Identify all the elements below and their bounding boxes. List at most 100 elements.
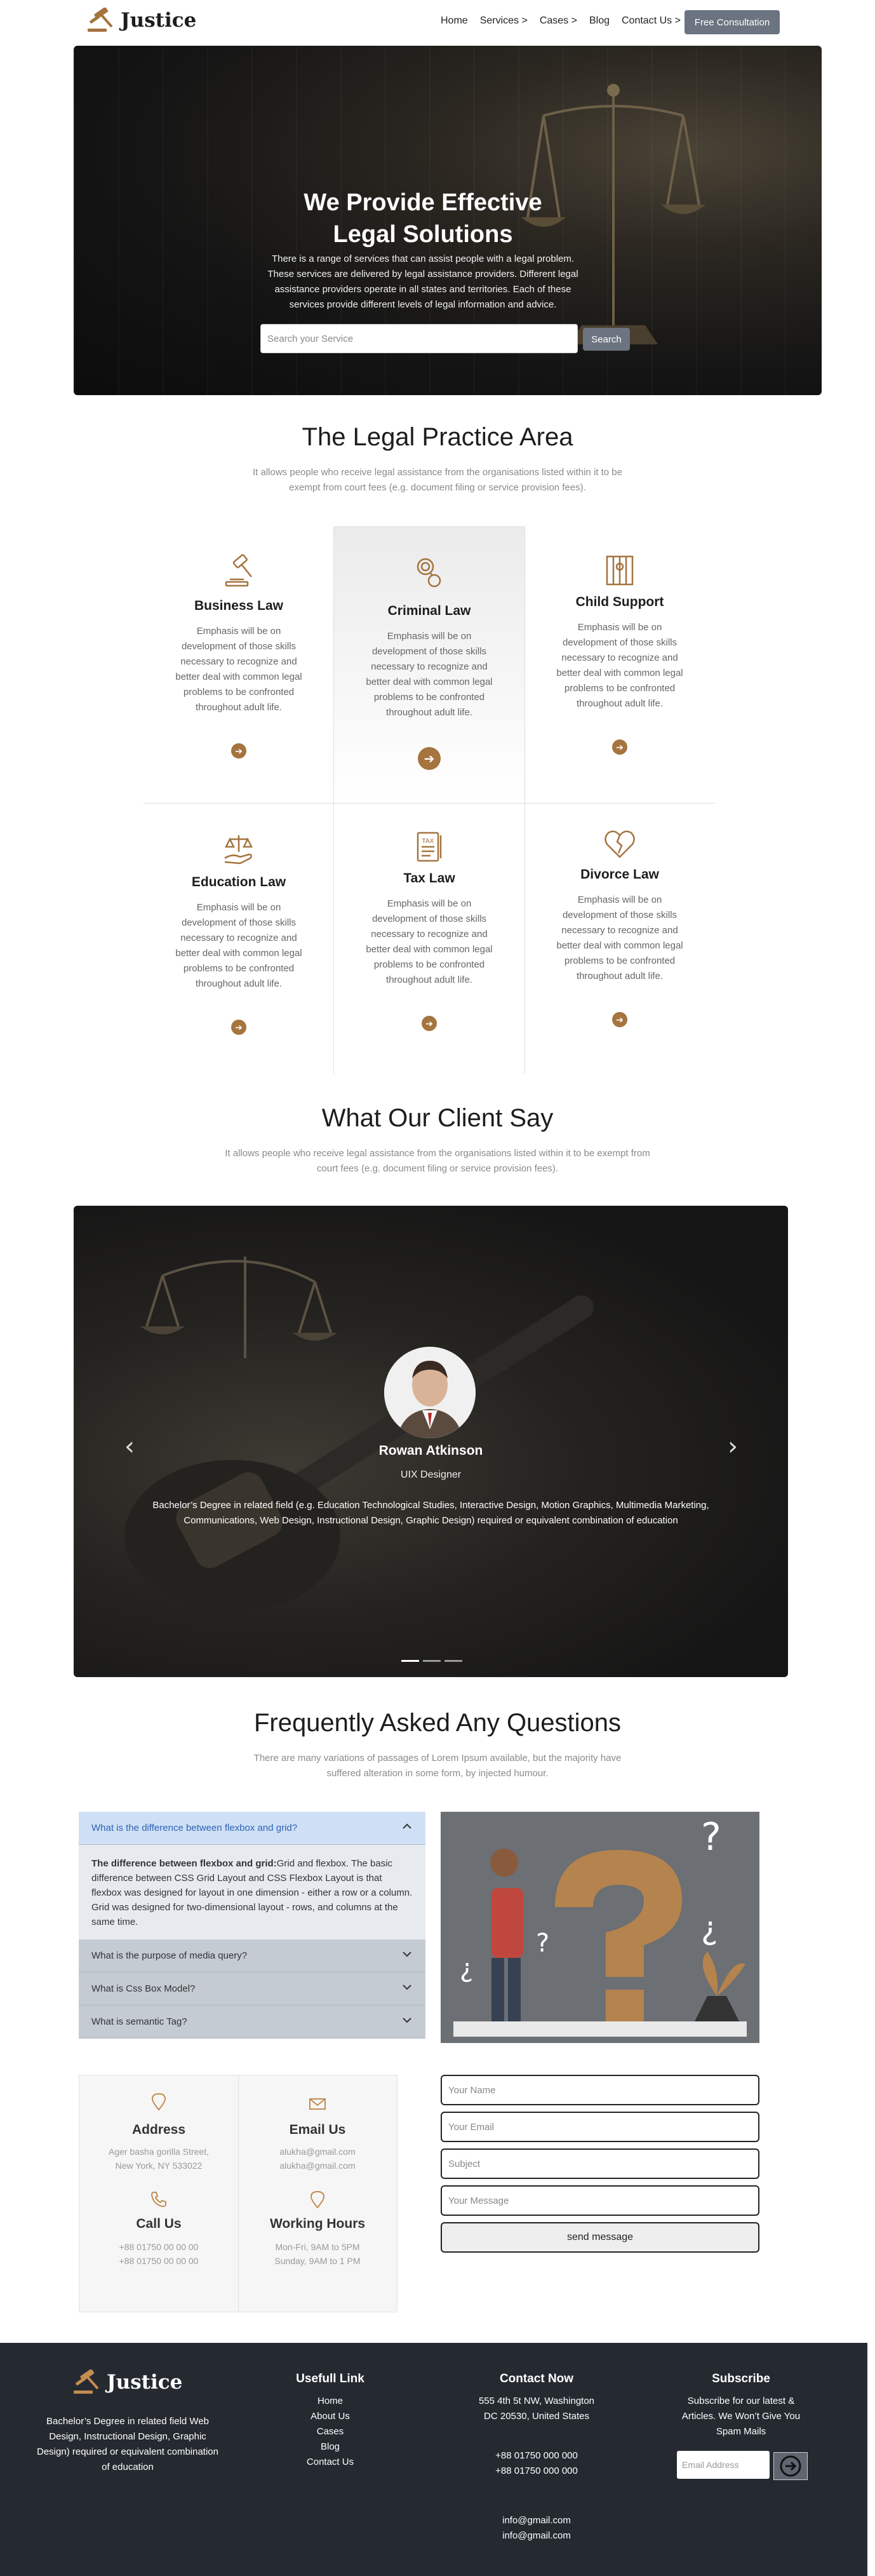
practice-card-criminal-law[interactable]: Criminal Law Emphasis will be on develop… <box>334 526 524 803</box>
question-illustration-image: ? ¿ ? ¿ <box>441 1812 759 2043</box>
chevron-down-icon <box>403 1952 411 1957</box>
faq-title: Frequently Asked Any Questions <box>253 1709 622 1737</box>
practice-card-business-law[interactable]: Business Law Emphasis will be on develop… <box>144 526 334 803</box>
search-button[interactable]: Search <box>583 328 630 351</box>
nav-cases[interactable]: Cases > <box>540 15 577 27</box>
practice-card-education-law[interactable]: Education Law Emphasis will be on develo… <box>144 804 334 1074</box>
practice-card-divorce-law[interactable]: Divorce Law Emphasis will be on developm… <box>524 804 715 1074</box>
faq-answer: The difference between flexbox and grid:… <box>79 1845 425 1939</box>
hero-title: We Provide Effective Legal Solutions <box>264 187 582 250</box>
faq-question-box-model[interactable]: What is Css Box Model? <box>79 1972 425 2006</box>
faq-question-flexbox-grid[interactable]: What is the difference between flexbox a… <box>79 1812 425 1845</box>
call-block: Call Us +88 01750 00 00 00 +88 01750 00 … <box>79 2190 238 2310</box>
footer-link-home[interactable]: Home <box>279 2394 381 2409</box>
phone-icon <box>150 2192 166 2208</box>
footer-logo[interactable]: Justice <box>72 2370 182 2395</box>
footer-email-1[interactable]: info@gmail.com <box>457 2513 616 2528</box>
subscribe-text: Subscribe for our latest & Articles. We … <box>681 2396 801 2437</box>
hand-scale-icon <box>224 835 253 865</box>
question-mark-illustration: ? ¿ ? ¿ <box>441 1812 759 2043</box>
subscribe-email-input[interactable]: Email Address <box>677 2451 770 2479</box>
footer-link-about[interactable]: About Us <box>279 2409 381 2424</box>
message-field[interactable]: Your Message <box>441 2185 759 2216</box>
email-field[interactable]: Your Email <box>441 2112 759 2142</box>
footer-address-line-1: 555 4th 5t NW, Washington <box>478 2396 595 2406</box>
svg-text:TAX: TAX <box>421 838 434 845</box>
footer-phone-2[interactable]: +88 01750 000 000 <box>457 2464 616 2479</box>
nav-services[interactable]: Services > <box>480 15 528 27</box>
practice-card-tax-law[interactable]: TAX Tax Law Emphasis will be on developm… <box>334 804 524 1074</box>
footer-email-2[interactable]: info@gmail.com <box>457 2528 616 2544</box>
card-text: Emphasis will be on development of those… <box>556 894 683 981</box>
slider-dot-1[interactable] <box>401 1660 419 1662</box>
footer-address-line-2: DC 20530, United States <box>484 2411 589 2422</box>
free-consultation-button[interactable]: Free Consultation <box>685 10 780 34</box>
hours-line-2: Sunday, 9AM to 1 PM <box>274 2256 361 2266</box>
footer-link-contact[interactable]: Contact Us <box>279 2455 381 2470</box>
faq-question-text: What is the difference between flexbox a… <box>91 1823 298 1833</box>
slider-dot-3[interactable] <box>444 1660 462 1662</box>
card-text: Emphasis will be on development of those… <box>556 622 683 709</box>
email-line-1[interactable]: alukha@gmail.com <box>238 2147 397 2157</box>
footer-contact-title: Contact Now <box>499 2372 574 2385</box>
gavel-scales-background-image <box>124 1257 594 1612</box>
arrow-right-icon[interactable]: ➔ <box>422 1016 437 1031</box>
chevron-down-icon <box>403 2018 411 2023</box>
faq-question-text: What is Css Box Model? <box>91 1983 196 1994</box>
top-navigation: Justice Home Services > Cases > Blog Con… <box>0 0 875 46</box>
footer-brand-name: Justice <box>107 2371 183 2394</box>
arrow-right-icon[interactable]: ➔ <box>231 1020 246 1035</box>
footer: Justice Bachelor’s Degree in related fie… <box>0 2343 867 2576</box>
chevron-left-icon[interactable]: ‹ <box>124 1432 135 1461</box>
card-text: Emphasis will be on development of those… <box>366 631 493 718</box>
footer-subscribe: Subscribe Subscribe for our latest & Art… <box>673 2372 809 2439</box>
faq-question-media-query[interactable]: What is the purpose of media query? <box>79 1939 425 1972</box>
nav-contact[interactable]: Contact Us > <box>622 15 681 27</box>
slider-dot-2[interactable] <box>423 1660 441 1662</box>
arrow-right-icon[interactable]: ➔ <box>612 739 627 755</box>
hours-title: Working Hours <box>269 2216 366 2231</box>
footer-link-blog[interactable]: Blog <box>279 2439 381 2455</box>
card-title: Divorce Law <box>580 867 659 882</box>
arrow-right-icon[interactable]: ➔ <box>418 747 441 770</box>
client-name: Rowan Atkinson <box>378 1443 483 1458</box>
call-title: Call Us <box>136 2216 182 2231</box>
card-text: Emphasis will be on development of those… <box>366 898 493 985</box>
service-search-input[interactable]: Search your Service <box>260 324 578 353</box>
name-field[interactable]: Your Name <box>441 2075 759 2105</box>
phone-line-1[interactable]: +88 01750 00 00 00 <box>79 2242 238 2252</box>
nav-blog[interactable]: Blog <box>589 15 610 27</box>
subject-field[interactable]: Subject <box>441 2148 759 2179</box>
footer-phone-1[interactable]: +88 01750 000 000 <box>457 2448 616 2464</box>
contact-info-panel: Address Ager basha gorilla Street, New Y… <box>79 2075 397 2312</box>
footer-link-cases[interactable]: Cases <box>279 2424 381 2439</box>
client-quote: Bachelor’s Degree in related field (e.g.… <box>152 1500 709 1526</box>
arrow-right-icon[interactable]: ➔ <box>231 743 246 759</box>
subscribe-submit-button[interactable] <box>773 2452 808 2480</box>
gavel-icon <box>225 554 252 587</box>
gavel-logo-icon <box>74 2370 99 2394</box>
card-title: Business Law <box>194 598 284 613</box>
phone-line-2[interactable]: +88 01750 00 00 00 <box>79 2256 238 2266</box>
footer-contact: Contact Now 555 4th 5t NW, Washington DC… <box>457 2372 616 2544</box>
address-title: Address <box>131 2122 186 2137</box>
nav-home[interactable]: Home <box>441 15 468 27</box>
brand-logo[interactable]: Justice <box>86 8 196 33</box>
client-avatar <box>384 1347 476 1438</box>
footer-links-title: Usefull Link <box>296 2372 364 2385</box>
svg-text:¿: ¿ <box>701 1910 718 1946</box>
faq-question-semantic-tag[interactable]: What is semantic Tag? <box>79 2006 425 2039</box>
hero-banner: We Provide Effective Legal Solutions The… <box>74 46 822 395</box>
tax-document-icon: TAX <box>417 832 442 862</box>
email-line-2[interactable]: alukha@gmail.com <box>238 2161 397 2171</box>
email-block: Email Us alukha@gmail.com alukha@gmail.c… <box>238 2075 397 2190</box>
send-message-button[interactable]: send message <box>441 2222 759 2253</box>
address-line-1: Ager basha gorilla Street, <box>109 2147 209 2157</box>
faq-question-text: What is the purpose of media query? <box>91 1950 248 1961</box>
arrow-right-icon[interactable]: ➔ <box>612 1012 627 1027</box>
client-portrait-image <box>384 1347 476 1438</box>
chevron-right-icon[interactable]: › <box>728 1432 738 1461</box>
handcuffs-icon <box>417 558 441 588</box>
client-role: UIX Designer <box>400 1469 462 1480</box>
practice-card-child-support[interactable]: Child Support Emphasis will be on develo… <box>524 526 715 803</box>
